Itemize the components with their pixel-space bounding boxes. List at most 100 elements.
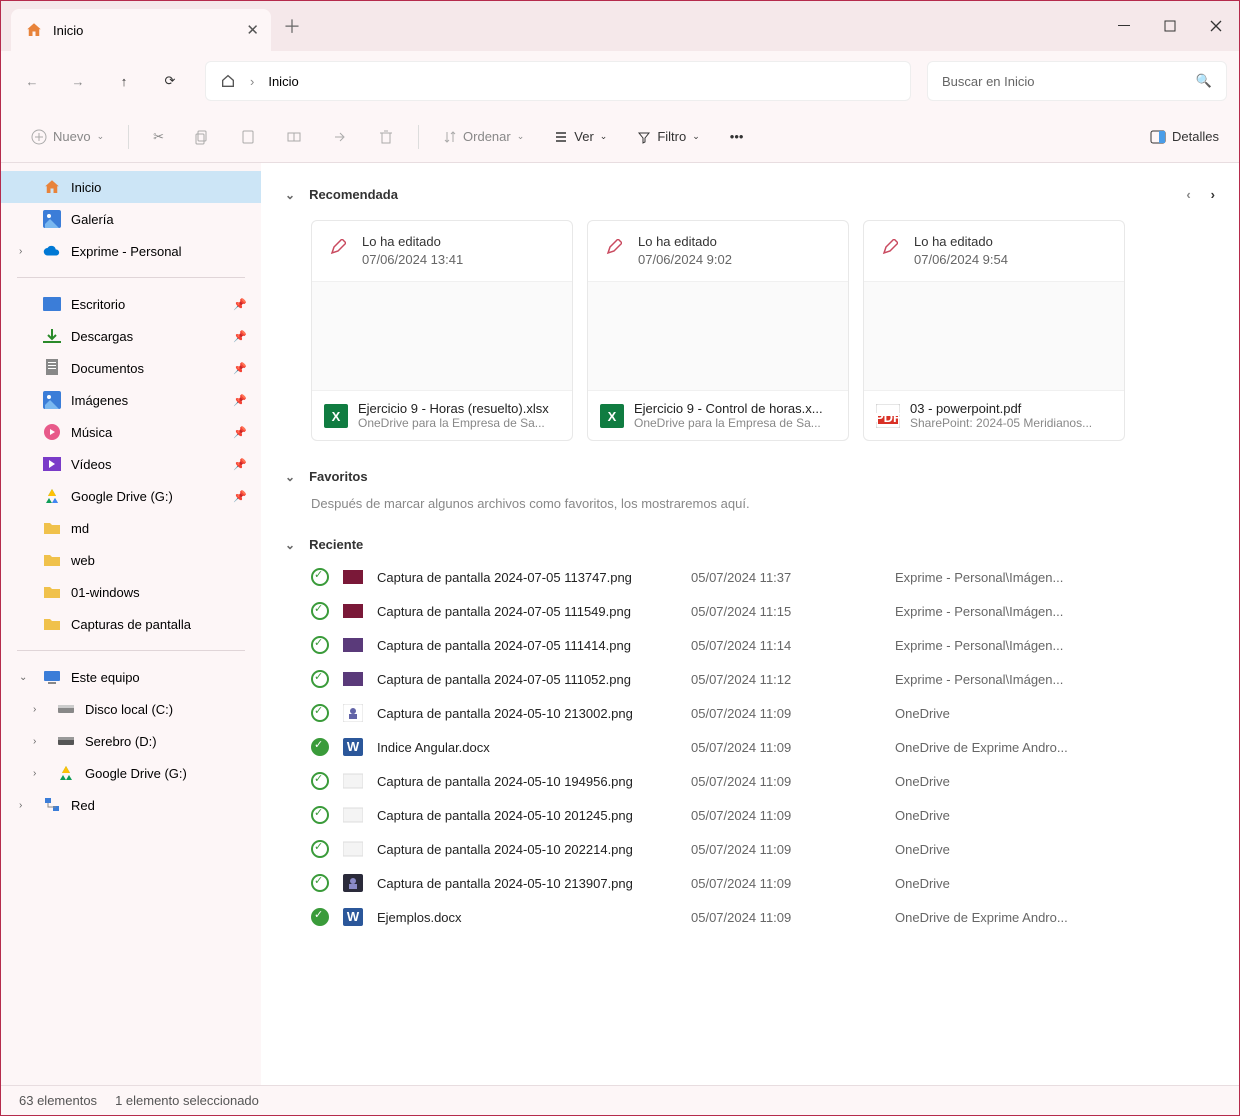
section-favorites-header[interactable]: ⌄ Favoritos: [285, 461, 1215, 492]
separator: [418, 125, 419, 149]
chevron-down-icon[interactable]: ⌄: [19, 672, 27, 683]
address-bar[interactable]: › Inicio: [205, 61, 911, 101]
forward-button[interactable]: →: [59, 62, 97, 100]
search-box[interactable]: Buscar en Inicio 🔍: [927, 61, 1227, 101]
chevron-right-icon[interactable]: ›: [19, 246, 22, 257]
edit-icon: [600, 233, 628, 261]
details-button[interactable]: Detalles: [1150, 129, 1219, 145]
sidebar-item-label: 01-windows: [71, 585, 140, 600]
minimize-button[interactable]: [1101, 6, 1147, 46]
chevron-right-icon[interactable]: ›: [19, 800, 22, 811]
share-button[interactable]: [322, 123, 358, 151]
sidebar-item-quick[interactable]: Capturas de pantalla: [1, 608, 261, 640]
file-name: Captura de pantalla 2024-05-10 213907.pn…: [377, 876, 677, 891]
sidebar-item-gallery[interactable]: Galería: [1, 203, 261, 235]
card-timestamp: 07/06/2024 13:41: [362, 251, 463, 269]
pin-icon[interactable]: 📌: [233, 426, 247, 439]
tab-inicio[interactable]: Inicio ✕: [11, 9, 271, 51]
sidebar-item-quick[interactable]: Descargas📌: [1, 320, 261, 352]
plus-circle-icon: [31, 129, 47, 145]
sidebar-item-drive[interactable]: › Disco local (C:): [1, 693, 261, 725]
refresh-button[interactable]: ⟳: [151, 62, 189, 100]
chevron-right-icon[interactable]: ›: [33, 768, 36, 779]
recent-row[interactable]: Captura de pantalla 2024-07-05 113747.pn…: [285, 560, 1215, 594]
share-icon: [332, 129, 348, 145]
sidebar-item-this-pc[interactable]: ⌄ Este equipo: [1, 661, 261, 693]
close-window-button[interactable]: [1193, 6, 1239, 46]
recent-row[interactable]: Captura de pantalla 2024-07-05 111549.pn…: [285, 594, 1215, 628]
pin-icon[interactable]: 📌: [233, 330, 247, 343]
recent-row[interactable]: Captura de pantalla 2024-07-05 111052.pn…: [285, 662, 1215, 696]
sync-status-icon: [311, 636, 329, 654]
maximize-button[interactable]: [1147, 6, 1193, 46]
sidebar-item-quick[interactable]: Google Drive (G:) 📌: [1, 480, 261, 512]
pin-icon[interactable]: 📌: [233, 458, 247, 471]
sidebar-item-quick[interactable]: 01-windows: [1, 576, 261, 608]
next-button[interactable]: ›: [1211, 187, 1215, 202]
sidebar-item-label: Galería: [71, 212, 114, 227]
home-icon: [25, 21, 43, 39]
pin-icon[interactable]: 📌: [233, 490, 247, 503]
chevron-right-icon[interactable]: ›: [33, 736, 36, 747]
sync-status-icon: [311, 806, 329, 824]
recommended-card[interactable]: Lo ha editado07/06/2024 9:02 X Ejercicio…: [587, 220, 849, 441]
view-button[interactable]: Ver⌄: [544, 123, 617, 150]
recent-row[interactable]: Captura de pantalla 2024-05-10 213907.pn…: [285, 866, 1215, 900]
sidebar-item-quick[interactable]: Vídeos📌: [1, 448, 261, 480]
close-icon[interactable]: ✕: [246, 21, 259, 39]
prev-button[interactable]: ‹: [1186, 187, 1190, 202]
sort-button[interactable]: Ordenar⌄: [433, 123, 534, 150]
recent-row[interactable]: Captura de pantalla 2024-05-10 194956.pn…: [285, 764, 1215, 798]
sidebar-item-label: Imágenes: [71, 393, 128, 408]
sidebar-item-quick[interactable]: web: [1, 544, 261, 576]
sidebar-item-drive[interactable]: › Google Drive (G:): [1, 757, 261, 789]
sync-status-icon: [311, 840, 329, 858]
recent-row[interactable]: W Indice Angular.docx 05/07/2024 11:09 O…: [285, 730, 1215, 764]
file-date: 05/07/2024 11:09: [691, 842, 881, 857]
breadcrumb[interactable]: Inicio: [268, 74, 298, 89]
rename-button[interactable]: [276, 123, 312, 151]
sidebar-item-network[interactable]: › Red: [1, 789, 261, 821]
recommended-card[interactable]: Lo ha editado07/06/2024 9:54 PDF 03 - po…: [863, 220, 1125, 441]
paste-icon: [240, 129, 256, 145]
paste-button[interactable]: [230, 123, 266, 151]
item-count: 63 elementos: [19, 1093, 97, 1108]
filter-button[interactable]: Filtro⌄: [627, 123, 709, 150]
sidebar-item-quick[interactable]: Escritorio📌: [1, 288, 261, 320]
recent-row[interactable]: Captura de pantalla 2024-07-05 111414.pn…: [285, 628, 1215, 662]
recommended-card[interactable]: Lo ha editado07/06/2024 13:41 X Ejercici…: [311, 220, 573, 441]
sidebar-item-quick[interactable]: Música📌: [1, 416, 261, 448]
sidebar: Inicio Galería › Exprime - Personal Escr…: [1, 163, 261, 1085]
recent-row[interactable]: Captura de pantalla 2024-05-10 201245.pn…: [285, 798, 1215, 832]
recent-row[interactable]: Captura de pantalla 2024-05-10 213002.pn…: [285, 696, 1215, 730]
details-label: Detalles: [1172, 129, 1219, 144]
sidebar-item-home[interactable]: Inicio: [1, 171, 261, 203]
sidebar-item-label: Exprime - Personal: [71, 244, 182, 259]
sidebar-item-label: Google Drive (G:): [71, 489, 173, 504]
recent-row[interactable]: Captura de pantalla 2024-05-10 202214.pn…: [285, 832, 1215, 866]
section-recommended-header[interactable]: ⌄ Recomendada ‹ ›: [285, 179, 1215, 210]
file-location: OneDrive: [895, 876, 1215, 891]
copy-button[interactable]: [184, 123, 220, 151]
sidebar-item-drive[interactable]: › Serebro (D:): [1, 725, 261, 757]
more-button[interactable]: •••: [720, 123, 754, 150]
up-button[interactable]: ↑: [105, 62, 143, 100]
recent-row[interactable]: W Ejemplos.docx 05/07/2024 11:09 OneDriv…: [285, 900, 1215, 934]
card-filename: Ejercicio 9 - Horas (resuelto).xlsx: [358, 401, 549, 416]
pin-icon[interactable]: 📌: [233, 298, 247, 311]
cut-button[interactable]: ✂: [143, 123, 174, 151]
sidebar-item-onedrive[interactable]: › Exprime - Personal: [1, 235, 261, 267]
file-date: 05/07/2024 11:09: [691, 706, 881, 721]
pin-icon[interactable]: 📌: [233, 362, 247, 375]
sidebar-item-quick[interactable]: Documentos📌: [1, 352, 261, 384]
new-button[interactable]: Nuevo ⌄: [21, 123, 114, 151]
sidebar-item-quick[interactable]: md: [1, 512, 261, 544]
chevron-right-icon[interactable]: ›: [33, 704, 36, 715]
delete-button[interactable]: [368, 123, 404, 151]
section-recent-header[interactable]: ⌄ Reciente: [285, 529, 1215, 560]
pin-icon[interactable]: 📌: [233, 394, 247, 407]
folder-icon: [43, 487, 61, 505]
back-button[interactable]: ←: [13, 62, 51, 100]
sidebar-item-quick[interactable]: Imágenes 📌: [1, 384, 261, 416]
new-tab-button[interactable]: ＋: [283, 13, 301, 39]
